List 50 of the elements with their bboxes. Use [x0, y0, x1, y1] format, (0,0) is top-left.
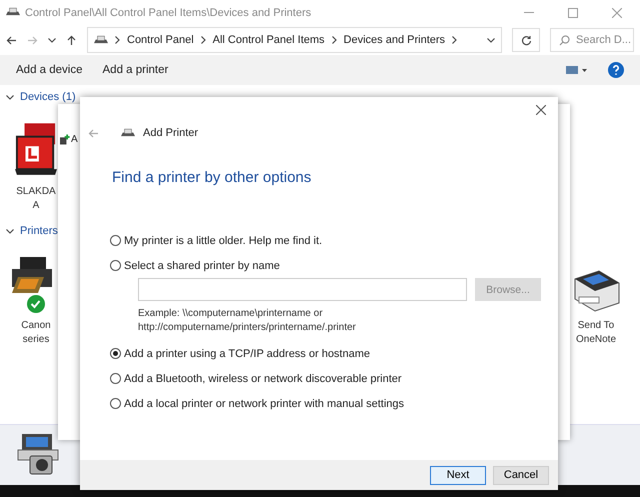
- printer-icon: [121, 128, 135, 138]
- refresh-icon: [520, 34, 532, 46]
- dialog-title: Add Printer: [143, 127, 198, 139]
- view-options-icon[interactable]: [566, 65, 588, 75]
- radio-button[interactable]: [110, 235, 121, 246]
- dialog-button[interactable]: Next: [430, 466, 486, 484]
- chevron-icon[interactable]: [6, 228, 14, 234]
- dialog-heading: Find a printer by other options: [112, 169, 312, 186]
- recent-dropdown[interactable]: [48, 38, 56, 42]
- radio-button[interactable]: [110, 373, 121, 384]
- breadcrumb[interactable]: Control Panel: [127, 34, 194, 46]
- address-bar[interactable]: Control Panel All Control Panel Items Devices and Printers: [87, 27, 502, 53]
- example-text: Example: \\computername\printername or http://computername/printers/printername/.printer: [138, 307, 357, 335]
- device-label[interactable]: Send To OneNote: [576, 319, 616, 347]
- camera-icon: [16, 434, 60, 476]
- breadcrumb[interactable]: All Control Panel Items: [212, 34, 325, 46]
- search-icon: [559, 34, 570, 46]
- close-button[interactable]: [536, 105, 546, 115]
- chevron-icon: [115, 36, 120, 44]
- dialog-title: A: [71, 134, 78, 145]
- radio-button[interactable]: [110, 348, 121, 359]
- breadcrumb[interactable]: Devices and Printers: [344, 34, 446, 46]
- back-button[interactable]: [6, 34, 17, 46]
- option-label[interactable]: Select a shared printer by name: [124, 260, 280, 272]
- chevron-icon: [452, 36, 458, 44]
- command-link[interactable]: Add a device: [16, 64, 82, 76]
- up-button[interactable]: [66, 34, 77, 46]
- refresh-button[interactable]: [512, 28, 540, 52]
- dropdown-icon: [487, 38, 495, 42]
- search-field[interactable]: Search D...: [550, 28, 634, 52]
- group-header: Printers: [20, 225, 58, 237]
- radio-button[interactable]: [110, 398, 121, 409]
- option-label[interactable]: My printer is a little older. Help me find it.: [124, 234, 322, 246]
- device-label[interactable]: Canon series: [21, 319, 51, 347]
- option-label[interactable]: Add a Bluetooth, wireless or network discoverable printer: [124, 372, 402, 384]
- chevron-icon: [200, 36, 206, 44]
- option-label[interactable]: Add a local printer or network printer with manual settings: [124, 398, 404, 410]
- device-label[interactable]: SLAKDA A: [16, 185, 56, 213]
- option-label[interactable]: Add a printer using a TCP/IP address or hostname: [124, 348, 370, 360]
- radio-button[interactable]: [110, 260, 121, 271]
- printer-name-field[interactable]: [138, 278, 467, 301]
- group-header: Devices (1): [20, 91, 76, 103]
- device-add-icon: [60, 134, 70, 145]
- chevron-icon[interactable]: [6, 94, 14, 100]
- window-title: Control Panel\All Control Panel Items\Devices and Printers: [25, 6, 312, 18]
- maximize-button[interactable]: [568, 8, 578, 18]
- help-icon[interactable]: [608, 62, 624, 78]
- command-link[interactable]: Add a printer: [102, 64, 168, 76]
- dialog-button[interactable]: Cancel: [493, 466, 549, 484]
- chevron-icon: [332, 36, 337, 44]
